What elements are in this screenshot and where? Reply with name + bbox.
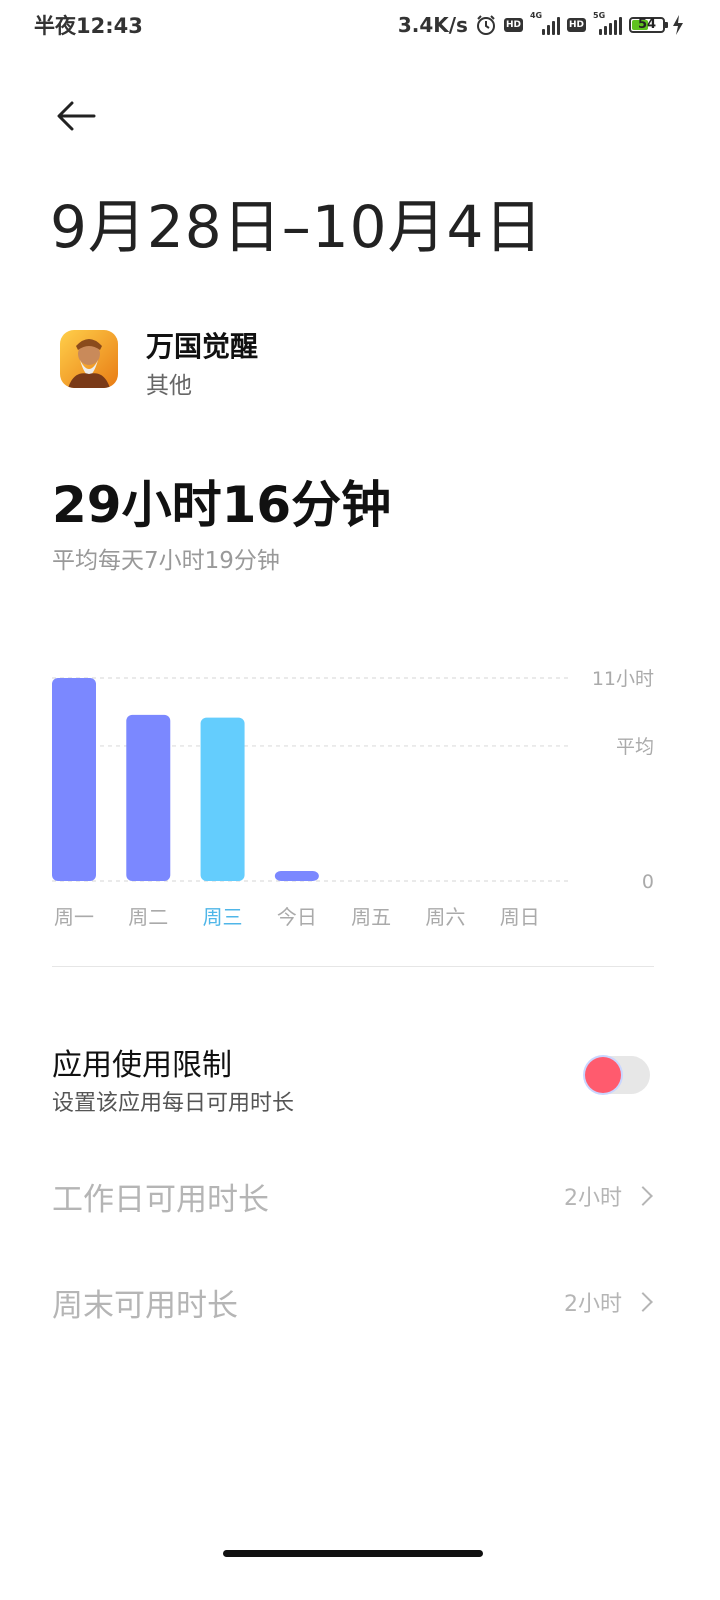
app-category: 其他 (146, 373, 192, 399)
home-indicator[interactable] (223, 1550, 483, 1557)
x-label-周日: 周日 (500, 905, 540, 929)
x-label-周二: 周二 (128, 905, 168, 929)
weekend-limit-value-group: 2小时 (564, 1286, 656, 1318)
x-label-周六: 周六 (425, 905, 465, 929)
date-range-title: 9月28日–10月4日 (50, 193, 544, 261)
average-usage: 平均每天7小时19分钟 (52, 548, 280, 574)
weekend-limit-label: 周末可用时长 (52, 1287, 238, 1324)
x-label-周五: 周五 (351, 905, 391, 929)
signal-icon: 4G (530, 11, 560, 35)
weekday-limit-row[interactable]: 工作日可用时长 2小时 (52, 1166, 656, 1226)
usage-bar-chart: 11小时平均 0 周一 周二 周三 今日 周五 周六 周日 (52, 668, 654, 929)
chevron-right-icon (633, 1292, 653, 1312)
network-speed: 3.4K/s (397, 13, 468, 37)
x-label-周一: 周一 (54, 905, 94, 929)
network-type: 4G (529, 11, 543, 20)
x-label-今日: 今日 (277, 905, 317, 929)
battery-level: 54 (637, 17, 657, 32)
network-type: 5G (593, 11, 606, 20)
limit-toggle[interactable] (584, 1056, 650, 1094)
total-usage: 29小时16分钟 (52, 476, 392, 534)
alarm-icon (476, 15, 495, 35)
limit-title: 应用使用限制 (52, 1048, 232, 1083)
toggle-knob (585, 1057, 621, 1093)
chevron-right-icon (633, 1186, 653, 1206)
battery-icon: 54 (629, 17, 668, 33)
x-label-周三: 周三 (203, 905, 243, 929)
bar-周三 (200, 717, 245, 881)
weekday-limit-value: 2小时 (564, 1186, 622, 1211)
charging-icon (673, 15, 683, 35)
divider (52, 966, 654, 967)
hd-badge: HD (566, 18, 586, 32)
y-label-average: 平均 (616, 736, 654, 758)
y-label-max: 11小时 (592, 668, 654, 690)
weekday-limit-label: 工作日可用时长 (52, 1181, 269, 1218)
y-label-zero: 0 (642, 871, 654, 893)
app-name: 万国觉醒 (146, 330, 259, 363)
limit-subtitle: 设置该应用每日可用时长 (52, 1091, 295, 1116)
bar-周一 (52, 678, 96, 881)
app-icon (60, 330, 118, 388)
bar-周二 (126, 714, 171, 881)
weekend-limit-row[interactable]: 周末可用时长 2小时 (52, 1272, 656, 1332)
bar-今日 (274, 871, 319, 881)
back-arrow-icon[interactable] (52, 92, 100, 140)
signal-icon: 5G (593, 11, 622, 35)
weekend-limit-value: 2小时 (564, 1292, 622, 1317)
weekday-limit-value-group: 2小时 (564, 1180, 656, 1212)
status-icons: 3.4K/s HD 4G HD 5G 54 (398, 8, 684, 42)
hd-badge: HD (503, 18, 523, 32)
status-time: 半夜12:43 (34, 14, 143, 38)
